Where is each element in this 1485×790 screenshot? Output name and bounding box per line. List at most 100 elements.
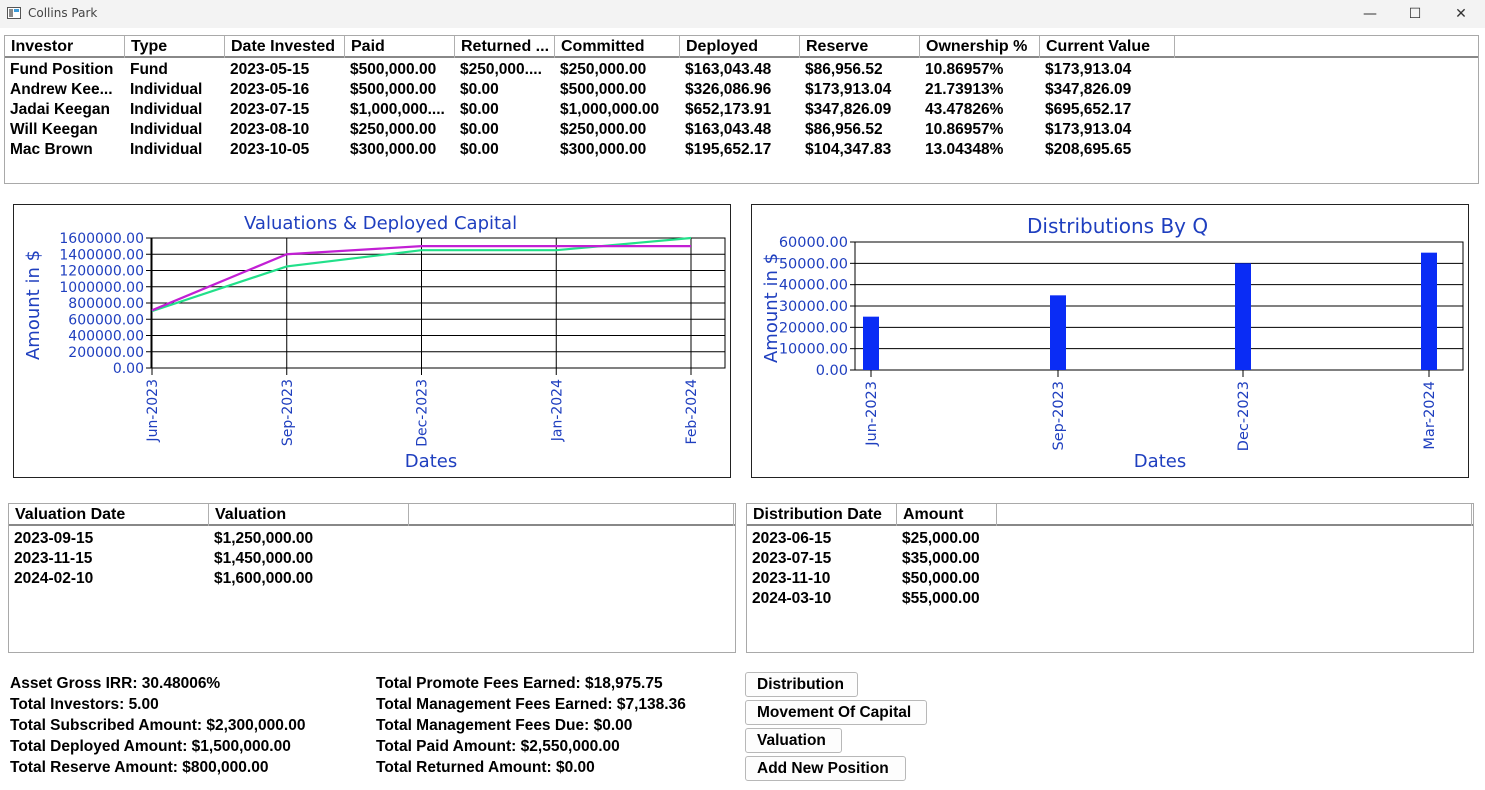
table-row[interactable]: 2024-03-10 $55,000.00: [747, 589, 1473, 609]
y-tick-label: 0.00: [816, 363, 848, 379]
y-axis-label: Amount in $: [23, 250, 44, 360]
table-cell: 2023-10-05: [230, 141, 310, 158]
column-header[interactable]: Investor: [5, 36, 125, 58]
table-cell: Jadai Keegan: [10, 101, 110, 118]
column-header[interactable]: Returned ...: [455, 36, 555, 58]
table-cell: 2023-07-15: [752, 550, 832, 567]
x-tick-label: Jun-2023: [864, 381, 880, 447]
table-cell: $1,600,000.00: [214, 570, 314, 587]
x-tick-label: Jun-2023: [145, 379, 161, 443]
column-header[interactable]: Reserve: [800, 36, 920, 58]
y-tick-label: 1200000.00: [59, 264, 144, 280]
valuations-table: Valuation Date Valuation 2023-09-15 $1,250…: [8, 503, 736, 653]
table-cell: 2023-07-15: [230, 101, 310, 118]
table-cell: $695,652.17: [1045, 101, 1132, 118]
table-cell: Andrew Kee...: [10, 81, 113, 98]
table-cell: $250,000.00: [560, 121, 647, 138]
column-header-filler: [997, 504, 1472, 526]
column-header[interactable]: Distribution Date: [747, 504, 897, 526]
table-cell: $104,347.83: [805, 141, 892, 158]
stat-total-investors: Total Investors: 5.00: [10, 696, 159, 713]
table-cell: $300,000.00: [560, 141, 647, 158]
maximize-icon[interactable]: ☐: [1392, 0, 1438, 28]
table-cell: $173,913.04: [1045, 61, 1132, 78]
table-cell: $1,000,000....: [350, 101, 445, 118]
y-tick-label: 60000.00: [779, 235, 848, 251]
distributions-chart: Distributions By Q 0.00 10000.00 20000.00 3…: [751, 204, 1469, 478]
column-header[interactable]: Type: [125, 36, 225, 58]
table-row[interactable]: 2024-02-10 $1,600,000.00: [9, 569, 735, 589]
bar: [1235, 263, 1251, 370]
table-cell: $208,695.65: [1045, 141, 1132, 158]
table-cell: $0.00: [460, 101, 499, 118]
table-row[interactable]: 2023-07-15 $35,000.00: [747, 549, 1473, 569]
column-header[interactable]: Committed: [555, 36, 680, 58]
y-axis-label: Amount in $: [761, 253, 782, 363]
table-row[interactable]: Mac Brown Individual 2023-10-05 $300,000.00…: [5, 140, 1478, 160]
stat-management-fees-earned: Total Management Fees Earned: $7,138.36: [376, 696, 686, 713]
valuation-button[interactable]: Valuation: [745, 728, 842, 753]
table-cell: $347,826.09: [805, 101, 892, 118]
y-tick-label: 20000.00: [779, 320, 848, 336]
table-cell: $250,000.00: [350, 121, 437, 138]
table-row[interactable]: Andrew Kee... Individual 2023-05-16 $500,00…: [5, 80, 1478, 100]
line-chart-plot: 0.00200000.00400000.00600000.00800000.00…: [23, 231, 726, 472]
investors-table: Investor Type Date Invested Paid Returned ..…: [4, 35, 1479, 184]
table-row[interactable]: 2023-11-15 $1,450,000.00: [9, 549, 735, 569]
table-row[interactable]: Jadai Keegan Individual 2023-07-15 $1,000,0…: [5, 100, 1478, 120]
table-cell: 13.04348%: [925, 141, 1004, 158]
x-axis-label: Dates: [405, 451, 457, 472]
bar: [863, 316, 879, 370]
table-row[interactable]: 2023-11-10 $50,000.00: [747, 569, 1473, 589]
table-cell: $0.00: [460, 121, 499, 138]
column-header-filler: [409, 504, 734, 526]
table-row[interactable]: Fund Position Fund 2023-05-15 $500,000.00 $2…: [5, 60, 1478, 80]
table-cell: 2023-11-10: [752, 570, 831, 587]
table-cell: $500,000.00: [350, 81, 437, 98]
y-tick-label: 1600000.00: [59, 231, 144, 247]
table-cell: $173,913.04: [805, 81, 892, 98]
close-icon[interactable]: ✕: [1438, 0, 1484, 28]
movement-of-capital-button[interactable]: Movement Of Capital: [745, 700, 927, 725]
table-cell: $250,000.00: [560, 61, 647, 78]
table-row[interactable]: Will Keegan Individual 2023-08-10 $250,000.…: [5, 120, 1478, 140]
table-cell: $86,956.52: [805, 121, 883, 138]
column-header[interactable]: Ownership %: [920, 36, 1040, 58]
table-cell: 10.86957%: [925, 121, 1004, 138]
column-header[interactable]: Amount: [897, 504, 997, 526]
column-header[interactable]: Date Invested: [225, 36, 345, 58]
table-cell: $652,173.91: [685, 101, 772, 118]
minimize-icon[interactable]: —: [1347, 0, 1393, 28]
distribution-button[interactable]: Distribution: [745, 672, 858, 697]
stat-total-subscribed: Total Subscribed Amount: $2,300,000.00: [10, 717, 306, 734]
table-row[interactable]: 2023-06-15 $25,000.00: [747, 529, 1473, 549]
x-tick-label: Sep-2023: [1051, 381, 1067, 450]
column-header[interactable]: Paid: [345, 36, 455, 58]
table-cell: $500,000.00: [350, 61, 437, 78]
column-header[interactable]: Current Value: [1040, 36, 1175, 58]
column-header[interactable]: Valuation: [209, 504, 409, 526]
table-cell: $163,043.48: [685, 61, 772, 78]
y-tick-label: 400000.00: [68, 329, 144, 345]
y-tick-label: 0.00: [113, 361, 144, 377]
y-tick-label: 1400000.00: [59, 247, 144, 263]
table-cell: $1,450,000.00: [214, 550, 314, 567]
valuations-deployed-chart: Valuations & Deployed Capital 0.00 200000…: [13, 204, 731, 478]
column-header[interactable]: Valuation Date: [9, 504, 209, 526]
x-axis-label: Dates: [1134, 451, 1186, 472]
y-tick-label: 10000.00: [779, 342, 848, 358]
table-row[interactable]: 2023-09-15 $1,250,000.00: [9, 529, 735, 549]
table-cell: 2024-02-10: [14, 570, 94, 587]
table-cell: Individual: [130, 121, 203, 138]
table-cell: 2023-09-15: [14, 530, 94, 547]
stat-total-deployed: Total Deployed Amount: $1,500,000.00: [10, 738, 291, 755]
bar: [1421, 252, 1437, 370]
x-tick-label: Sep-2023: [280, 379, 296, 446]
distributions-table-header: Distribution Date Amount: [747, 504, 1473, 526]
table-cell: 21.73913%: [925, 81, 1004, 98]
column-header[interactable]: Deployed: [680, 36, 800, 58]
table-cell: 43.47826%: [925, 101, 1004, 118]
table-cell: $347,826.09: [1045, 81, 1132, 98]
add-new-position-button[interactable]: Add New Position: [745, 756, 906, 781]
table-cell: $86,956.52: [805, 61, 883, 78]
